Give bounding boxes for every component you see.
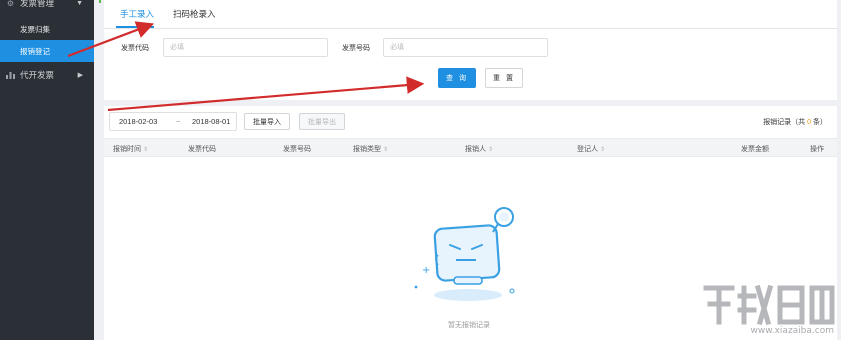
invoice-number-label: 发票号码 — [342, 45, 370, 52]
tab-scanner-entry[interactable]: 扫码枪录入 — [173, 8, 216, 20]
reset-button[interactable]: 重 置 — [485, 68, 523, 88]
sort-icon: ⇕ — [600, 147, 606, 153]
empty-state-illustration: + + — [414, 205, 530, 316]
date-range-picker[interactable]: 2018-02-03 ~ 2018-08-01 — [109, 112, 237, 131]
invoice-code-input[interactable] — [163, 38, 328, 57]
invoice-number-input[interactable] — [383, 38, 548, 57]
column-header-reimburse-type[interactable]: 报销类型 ⇕ — [353, 144, 388, 154]
sort-icon: ⇕ — [488, 147, 494, 153]
records-count-number: 0 — [807, 119, 812, 126]
query-button[interactable]: 查 询 — [438, 68, 476, 88]
caret-down-icon: ▼ — [76, 0, 83, 7]
bar-chart-icon — [6, 71, 15, 79]
column-header-invoice-amount: 发票金额 — [741, 146, 769, 153]
column-header-reimburser[interactable]: 报销人 ⇕ — [465, 144, 493, 154]
section-divider — [104, 100, 837, 106]
date-separator: ~ — [176, 117, 181, 126]
date-end: 2018-08-01 — [192, 117, 231, 126]
sidebar-item-label: 发票归集 — [20, 24, 50, 34]
active-tab-indicator — [116, 26, 154, 28]
sidebar: ⚙ 发票管理 ▼ 发票归集 报销登记 代开发票 ▶ — [0, 0, 94, 340]
column-header-invoice-code: 发票代码 — [188, 146, 216, 153]
sidebar-item-label: 报销登记 — [20, 46, 50, 56]
column-header-actions: 操作 — [810, 146, 824, 153]
gear-icon: ⚙ — [6, 0, 15, 8]
sidebar-group-label: 发票管理 — [20, 0, 55, 8]
watermark-logo: www.xiazaiba.com — [700, 282, 838, 336]
sort-icon: ⇕ — [143, 147, 149, 153]
column-header-invoice-number: 发票号码 — [283, 146, 311, 153]
tab-bar: 手工录入 扫码枪录入 — [104, 0, 837, 29]
table-header: 报销时间 ⇕ 发票代码 发票号码 报销类型 ⇕ 报销人 ⇕ 登记人 ⇕ 发票金额 操作 — [104, 138, 837, 157]
records-count: 报销记录（共 0 条） — [763, 119, 827, 126]
invoice-code-label: 发票代码 — [121, 45, 149, 52]
column-header-registrar[interactable]: 登记人 ⇕ — [577, 144, 605, 154]
batch-import-button[interactable]: 批量导入 — [244, 113, 290, 130]
watermark-url: www.xiazaiba.com — [750, 326, 834, 336]
sidebar-group-invoice-management[interactable]: ⚙ 发票管理 ▼ — [0, 0, 94, 12]
tab-manual-entry[interactable]: 手工录入 — [120, 8, 154, 20]
sort-icon: ⇕ — [383, 147, 389, 153]
date-start: 2018-02-03 — [119, 117, 158, 126]
sidebar-item-invoice-collection[interactable]: 发票归集 — [0, 18, 94, 40]
column-header-reimburse-time[interactable]: 报销时间 ⇕ — [113, 144, 148, 154]
sidebar-group-agent-invoicing[interactable]: 代开发票 ▶ — [0, 66, 94, 84]
sidebar-item-reimbursement-register[interactable]: 报销登记 — [0, 40, 94, 62]
caret-right-icon: ▶ — [77, 72, 83, 79]
batch-export-button[interactable]: 批量导出 — [299, 113, 345, 130]
svg-text:+: + — [422, 265, 430, 276]
sidebar-group-label: 代开发票 — [20, 70, 55, 80]
empty-state-text: 暂无报销记录 — [448, 322, 490, 329]
status-indicator — [99, 0, 101, 3]
